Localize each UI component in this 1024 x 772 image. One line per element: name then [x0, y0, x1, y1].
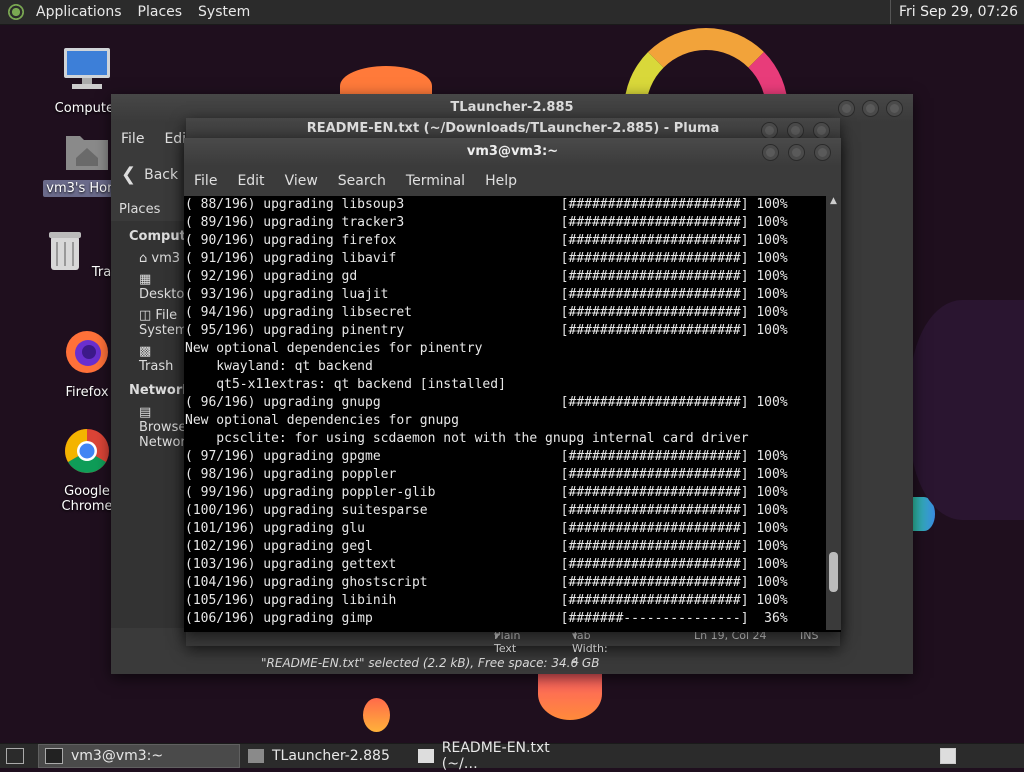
menu-system[interactable]: System [190, 4, 258, 20]
menu-view[interactable]: View [275, 173, 328, 189]
sidebar-item[interactable]: ◫ File System [111, 305, 187, 341]
wallpaper-pink-blob [538, 668, 602, 720]
drive-icon: ◫ [139, 308, 156, 323]
taskbar-item-terminal[interactable]: vm3@vm3:~ [38, 744, 240, 768]
trash-icon [48, 232, 81, 270]
back-arrow-icon: ❮ [121, 164, 137, 185]
terminal-line: kwayland: qt backend [185, 359, 373, 374]
firefox-icon [66, 331, 108, 373]
bottom-panel: vm3@vm3:~ TLauncher-2.885 README-EN.txt … [0, 740, 1024, 772]
terminal-titlebar[interactable]: vm3@vm3:~ [184, 138, 841, 166]
mate-logo-icon[interactable] [8, 4, 24, 20]
terminal-line: New optional dependencies for gnupg [185, 413, 459, 428]
scrollbar-thumb[interactable] [829, 551, 838, 592]
wallpaper-purple-blob [910, 300, 1024, 520]
folder-icon [248, 749, 264, 763]
terminal-menubar: File Edit View Search Terminal Help [184, 166, 841, 196]
task-label: TLauncher-2.885 [272, 748, 390, 764]
menu-terminal[interactable]: Terminal [396, 173, 475, 189]
file-manager-status: "README-EN.txt" selected (2.2 kB), Free … [261, 656, 600, 670]
wallpaper-small-orange-blob [363, 698, 390, 732]
terminal-line: (102/196) upgrading gegl [##############… [185, 539, 788, 554]
terminal-line: ( 97/196) upgrading gpgme [#############… [185, 449, 788, 464]
computer-icon [64, 48, 110, 89]
pluma-titlebar[interactable]: README-EN.txt (~/Downloads/TLauncher-2.8… [186, 118, 840, 140]
close-button[interactable] [813, 122, 830, 139]
terminal-line: pcsclite: for using scdaemon not with th… [185, 431, 749, 446]
text-editor-icon [418, 749, 434, 763]
terminal-line: ( 99/196) upgrading poppler-glib [######… [185, 485, 788, 500]
terminal-line: ( 89/196) upgrading tracker3 [##########… [185, 215, 788, 230]
terminal-line: (103/196) upgrading gettext [###########… [185, 557, 788, 572]
terminal-scrollbar[interactable]: ▲ [826, 196, 841, 630]
menu-applications[interactable]: Applications [28, 4, 130, 20]
maximize-button[interactable] [788, 144, 805, 161]
sidebar-item[interactable]: ⌂ vm3 [111, 248, 187, 269]
menu-edit[interactable]: Edit [227, 173, 274, 189]
terminal-line: (106/196) upgrading gimp [#######-------… [185, 611, 788, 626]
terminal-line: ( 91/196) upgrading libavif [###########… [185, 251, 788, 266]
network-icon: ▤ [139, 405, 152, 420]
back-button[interactable]: ❮ Back [121, 164, 178, 185]
menu-places[interactable]: Places [130, 4, 191, 20]
trash-small-icon: ▩ [139, 344, 152, 359]
places-sidebar: Places Computer ⌂ vm3 ▦ Desktop ◫ File S… [111, 198, 202, 628]
window-title: TLauncher-2.885 [450, 100, 574, 115]
menu-file[interactable]: File [111, 131, 154, 147]
top-panel: Applications Places System Fri Sep 29, 0… [0, 0, 1024, 25]
terminal-line: ( 90/196) upgrading firefox [###########… [185, 233, 788, 248]
home-folder-icon [66, 136, 108, 170]
terminal-line: (105/196) upgrading libinih [###########… [185, 593, 788, 608]
close-button[interactable] [886, 100, 903, 117]
scroll-up-arrow-icon[interactable]: ▲ [826, 196, 841, 206]
desktop-icon: ▦ [139, 272, 152, 287]
task-label: README-EN.txt (~/… [441, 740, 550, 772]
maximize-button[interactable] [787, 122, 804, 139]
minimize-button[interactable] [761, 122, 778, 139]
sidebar-item[interactable]: ▩ Trash [111, 341, 187, 377]
terminal-line: ( 98/196) upgrading poppler [###########… [185, 467, 788, 482]
terminal-line: (100/196) upgrading suitesparse [#######… [185, 503, 788, 518]
sidebar-item[interactable]: ▤ Browse Network [111, 402, 193, 453]
terminal-icon [45, 748, 63, 764]
terminal-line: ( 93/196) upgrading luajit [############… [185, 287, 788, 302]
sidebar-section-computer: Computer [129, 229, 202, 244]
chrome-icon [65, 429, 109, 473]
menu-file[interactable]: File [184, 173, 227, 189]
menu-search[interactable]: Search [328, 173, 396, 189]
back-label: Back [144, 166, 179, 183]
sidebar-header[interactable]: Places [111, 198, 187, 221]
terminal-line: ( 95/196) upgrading pinentry [##########… [185, 323, 788, 338]
taskbar-item-pluma[interactable]: README-EN.txt (~/… [412, 740, 594, 772]
terminal-output[interactable]: ( 88/196) upgrading libsoup3 [##########… [185, 196, 825, 630]
terminal-line: qt5-x11extras: qt backend [installed] [185, 377, 506, 392]
taskbar-item-filemanager[interactable]: TLauncher-2.885 [242, 745, 410, 767]
maximize-button[interactable] [862, 100, 879, 117]
window-title: README-EN.txt (~/Downloads/TLauncher-2.8… [306, 121, 720, 136]
minimize-button[interactable] [838, 100, 855, 117]
sidebar-item[interactable]: ▦ Desktop [111, 269, 193, 305]
terminal-line: New optional dependencies for pinentry [185, 341, 483, 356]
terminal-line: (101/196) upgrading glu [###############… [185, 521, 788, 536]
menu-help[interactable]: Help [475, 173, 527, 189]
window-title: vm3@vm3:~ [466, 144, 559, 159]
terminal-line: (104/196) upgrading ghostscript [#######… [185, 575, 788, 590]
show-desktop-icon[interactable] [6, 748, 24, 764]
task-label: vm3@vm3:~ [71, 748, 164, 764]
workspace-switcher-icon[interactable] [940, 748, 956, 764]
terminal-line: ( 88/196) upgrading libsoup3 [##########… [185, 197, 788, 212]
minimize-button[interactable] [762, 144, 779, 161]
desktop-label: Firefox [65, 385, 109, 400]
terminal-line: ( 94/196) upgrading libsecret [#########… [185, 305, 788, 320]
home-icon: ⌂ [139, 251, 152, 266]
close-button[interactable] [814, 144, 831, 161]
sidebar-section-network: Network [129, 383, 191, 398]
clock[interactable]: Fri Sep 29, 07:26 [889, 0, 1024, 24]
terminal-window: vm3@vm3:~ File Edit View Search Terminal… [184, 138, 841, 632]
terminal-line: ( 92/196) upgrading gd [################… [185, 269, 788, 284]
terminal-line: ( 96/196) upgrading gnupg [#############… [185, 395, 788, 410]
